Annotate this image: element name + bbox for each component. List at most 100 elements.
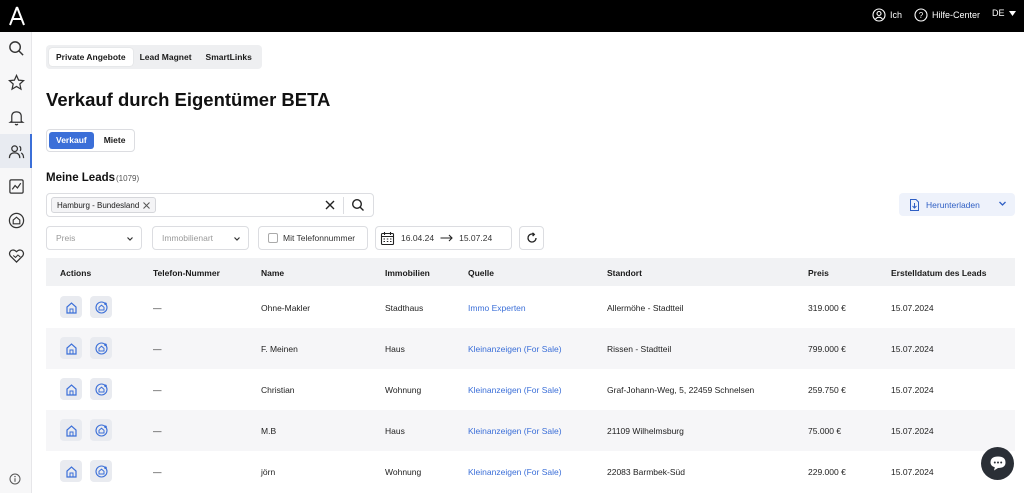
download-button[interactable]: Herunterladen (899, 193, 1015, 216)
col-created: Erstelldatum des Leads (891, 268, 987, 278)
help-icon: ? (914, 8, 928, 22)
phone-checkbox-label: Mit Telefonnummer (283, 233, 356, 243)
phone-number-filter[interactable]: Mit Telefonnummer (258, 226, 368, 250)
users-icon (8, 144, 24, 158)
cell-location: Graf-Johann-Weg, 5, 22459 Schnelsen (607, 385, 755, 395)
location-chip-label: Hamburg - Bundesland (57, 200, 140, 210)
property-valuation-button[interactable] (90, 460, 112, 482)
col-source: Quelle (468, 268, 494, 278)
table-row[interactable]: — Ohne-Makler Stadthaus Immo Experten Allerm… (46, 287, 1015, 328)
cell-name: F. Meinen (261, 344, 298, 354)
cell-phone: — (153, 344, 162, 354)
toggle-sale[interactable]: Verkauf (49, 132, 94, 149)
sidebar-item-search[interactable] (6, 38, 26, 58)
location-chip: Hamburg - Bundesland (51, 197, 157, 213)
user-icon (872, 8, 886, 22)
user-menu[interactable]: Ich (872, 8, 902, 22)
cell-source[interactable]: Kleinanzeigen (For Sale) (468, 467, 562, 477)
cell-created: 15.07.2024 (891, 344, 934, 354)
cell-source[interactable]: Kleinanzeigen (For Sale) (468, 344, 562, 354)
date-range-picker[interactable]: 16.04.24 15.07.24 (375, 226, 512, 250)
table-row[interactable]: — Christian Wohnung Kleinanzeigen (For Sale… (46, 369, 1015, 410)
cell-price: 75.000 € (808, 426, 842, 436)
cell-phone: — (153, 467, 162, 477)
phone-checkbox[interactable] (268, 233, 278, 243)
sidebar-item-property[interactable] (6, 210, 26, 230)
property-valuation-button[interactable] (90, 419, 112, 441)
cell-source[interactable]: Kleinanzeigen (For Sale) (468, 426, 562, 436)
cell-phone: — (153, 303, 162, 313)
view-property-button[interactable] (60, 337, 82, 359)
col-property: Immobilien (385, 268, 430, 278)
property-type-placeholder: Immobilienart (162, 233, 214, 243)
caret-down-icon (1008, 10, 1016, 16)
chat-button[interactable] (981, 447, 1014, 480)
tab-smartlinks[interactable]: SmartLinks (199, 48, 259, 66)
view-property-button[interactable] (60, 378, 82, 400)
chat-bubble-icon (990, 456, 1005, 471)
bell-icon (7, 110, 25, 125)
house-circle-icon (94, 382, 108, 396)
property-valuation-button[interactable] (90, 378, 112, 400)
view-property-button[interactable] (60, 296, 82, 318)
sidebar (0, 32, 32, 493)
sidebar-item-leads[interactable] (6, 141, 26, 161)
house-circle-icon (8, 212, 24, 228)
sidebar-item-analytics[interactable] (6, 176, 26, 196)
sidebar-item-notifications[interactable] (6, 107, 26, 127)
handshake-heart-icon (8, 248, 24, 263)
property-type-filter[interactable]: Immobilienart (152, 226, 249, 250)
cell-location: 21109 Wilhelmsburg (607, 426, 684, 436)
cell-name: Ohne-Makler (261, 303, 311, 313)
cell-created: 15.07.2024 (891, 385, 934, 395)
language-selector[interactable]: DE (992, 8, 1016, 18)
cell-created: 15.07.2024 (891, 303, 934, 313)
sale-rent-toggle: Verkauf Miete (46, 129, 136, 152)
col-name: Name (261, 268, 285, 278)
cell-property: Stadthaus (385, 303, 424, 313)
sidebar-item-favorites[interactable] (6, 72, 26, 92)
house-circle-icon (94, 341, 108, 355)
cell-source[interactable]: Kleinanzeigen (For Sale) (468, 385, 562, 395)
info-icon[interactable] (9, 473, 21, 485)
sidebar-item-deals[interactable] (6, 245, 26, 265)
cell-property: Wohnung (385, 467, 422, 477)
cell-property: Haus (385, 426, 405, 436)
price-filter[interactable]: Preis (46, 226, 142, 250)
cell-source[interactable]: Immo Experten (468, 303, 526, 313)
offer-type-tabs: Private Angebote Lead Magnet SmartLinks (46, 45, 262, 69)
cell-property: Haus (385, 344, 405, 354)
help-center-link[interactable]: ? Hilfe-Center (914, 8, 980, 22)
search-divider (343, 197, 344, 214)
table-row[interactable]: — F. Meinen Haus Kleinanzeigen (For Sale) Ri… (46, 328, 1015, 369)
table-row[interactable]: — jörn Wohnung Kleinanzeigen (For Sale) 2208… (46, 451, 1015, 492)
property-valuation-button[interactable] (90, 337, 112, 359)
property-valuation-button[interactable] (90, 296, 112, 318)
view-property-button[interactable] (60, 460, 82, 482)
toggle-rent[interactable]: Miete (97, 132, 133, 149)
table-row[interactable]: — M.B Haus Kleinanzeigen (For Sale) 21109 Wi… (46, 410, 1015, 451)
col-location: Standort (607, 268, 642, 278)
table-header: Actions Telefon-Nummer Name Immobilien Q… (46, 258, 1015, 286)
brand-logo-icon[interactable] (8, 6, 26, 26)
view-property-button[interactable] (60, 419, 82, 441)
cell-name: M.B (261, 426, 277, 436)
clear-search-icon[interactable] (323, 198, 337, 212)
house-icon (65, 383, 78, 396)
chevron-down-icon (234, 237, 240, 241)
house-circle-icon (94, 423, 108, 437)
language-label: DE (992, 8, 1005, 18)
chip-close-icon[interactable] (143, 201, 151, 209)
cell-name: jörn (261, 467, 276, 477)
chevron-down-icon[interactable] (998, 199, 1007, 208)
search-icon[interactable] (351, 198, 365, 212)
tab-lead-magnet[interactable]: Lead Magnet (133, 48, 199, 66)
refresh-button[interactable] (519, 226, 544, 250)
house-icon (65, 465, 78, 478)
cell-location: Rissen - Stadtteil (607, 344, 672, 354)
user-label: Ich (890, 10, 903, 20)
calendar-icon (380, 231, 395, 245)
location-search[interactable]: Hamburg - Bundesland (46, 193, 374, 217)
cell-phone: — (153, 385, 162, 395)
tab-private-offers[interactable]: Private Angebote (49, 48, 133, 66)
